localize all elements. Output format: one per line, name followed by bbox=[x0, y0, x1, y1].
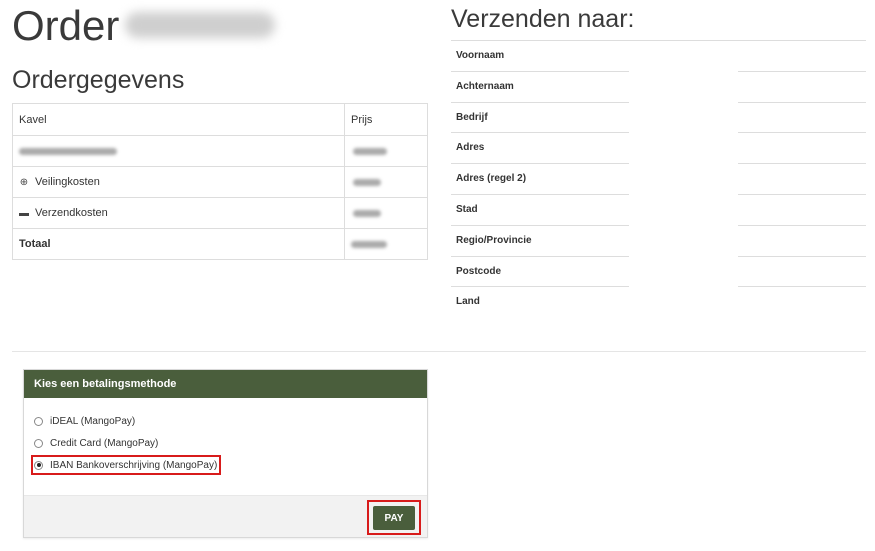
order-details-title: Ordergegevens bbox=[12, 66, 185, 94]
redacted-lot-name bbox=[19, 147, 117, 155]
payment-panel-header: Kies een betalingsmethode bbox=[24, 370, 427, 398]
payment-options: iDEAL (MangoPay) Credit Card (MangoPay) … bbox=[24, 398, 427, 496]
order-details-table: Kavel Prijs ⊕ Veilingkosten ▬ Verzendkos… bbox=[12, 103, 428, 260]
header-price: Prijs bbox=[351, 113, 373, 126]
payment-option-ideal[interactable]: iDEAL (MangoPay) bbox=[34, 410, 427, 432]
shipping-field-country: Land bbox=[456, 296, 480, 308]
total-label: Totaal bbox=[13, 229, 345, 259]
redacted-total bbox=[351, 240, 387, 248]
table-row bbox=[13, 135, 427, 166]
table-header-row: Kavel Prijs bbox=[13, 104, 427, 135]
payment-method-panel: Kies een betalingsmethode iDEAL (MangoPa… bbox=[23, 369, 428, 538]
shipping-field-region: Regio/Provincie bbox=[451, 226, 866, 257]
radio-iban[interactable] bbox=[34, 460, 43, 470]
redacted-order-number bbox=[125, 12, 275, 38]
payment-option-credit-card[interactable]: Credit Card (MangoPay) bbox=[34, 432, 427, 454]
pay-button-highlight: PAY bbox=[367, 500, 421, 535]
shipping-field-company: Bedrijf bbox=[451, 103, 866, 134]
payment-panel-footer: PAY bbox=[24, 495, 427, 537]
order-title: Order bbox=[12, 2, 120, 49]
redacted-price bbox=[353, 209, 381, 217]
table-row: ▬ Verzendkosten bbox=[13, 197, 427, 228]
lot-name-cell bbox=[13, 136, 345, 166]
table-total-row: Totaal bbox=[13, 228, 427, 259]
truck-icon: ▬ bbox=[19, 207, 29, 219]
redacted-price bbox=[353, 147, 387, 155]
redacted-price bbox=[353, 178, 381, 186]
shipping-fee-cell: ▬ Verzendkosten bbox=[13, 198, 345, 228]
pay-button[interactable]: PAY bbox=[373, 506, 415, 530]
radio-credit-card[interactable] bbox=[34, 438, 43, 448]
lot-price-cell bbox=[345, 136, 427, 166]
radio-ideal[interactable] bbox=[34, 416, 43, 426]
shipping-field-postcode: Postcode bbox=[451, 257, 866, 288]
shipping-field-city: Stad bbox=[451, 195, 866, 226]
table-row: ⊕ Veilingkosten bbox=[13, 166, 427, 197]
shipping-field-last-name: Achternaam bbox=[451, 72, 866, 103]
shipping-fee-price-cell bbox=[345, 198, 427, 228]
payment-option-label: Credit Card (MangoPay) bbox=[50, 437, 159, 449]
shipping-title: Verzenden naar: bbox=[451, 5, 635, 33]
total-price-cell bbox=[345, 229, 427, 259]
section-divider bbox=[12, 351, 866, 352]
payment-option-label: iDEAL (MangoPay) bbox=[50, 415, 136, 427]
shipping-fee-label: Verzendkosten bbox=[35, 207, 108, 219]
shipping-field-first-name: Voornaam bbox=[451, 41, 866, 72]
highlight-box bbox=[31, 455, 221, 475]
auction-fee-cell: ⊕ Veilingkosten bbox=[13, 167, 345, 197]
shipping-field-address: Adres bbox=[451, 133, 866, 165]
auction-fee-price-cell bbox=[345, 167, 427, 197]
payment-option-iban[interactable]: IBAN Bankoverschrijving (MangoPay) bbox=[31, 454, 427, 476]
auction-fee-label: Veilingkosten bbox=[35, 176, 100, 188]
shipping-field-address-line-2: Adres (regel 2) bbox=[451, 164, 866, 195]
header-lot: Kavel bbox=[13, 104, 345, 135]
plus-circle-icon: ⊕ bbox=[19, 176, 29, 188]
shipping-address-list: Voornaam Achternaam Bedrijf Adres Adres … bbox=[451, 41, 866, 311]
